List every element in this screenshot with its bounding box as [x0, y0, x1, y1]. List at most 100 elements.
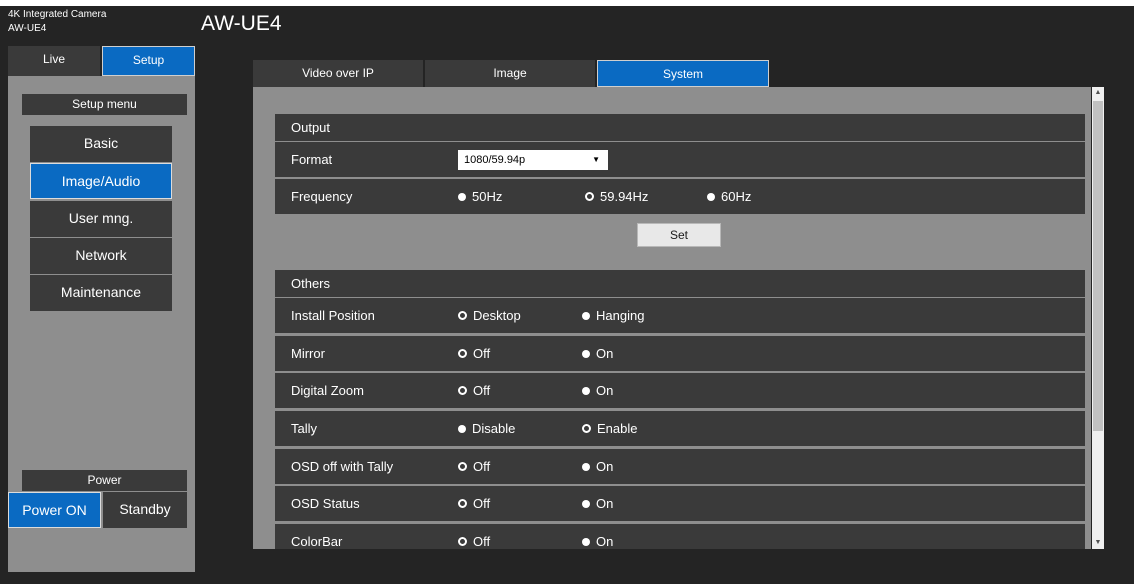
format-row: Format 1080/59.94p ▼ — [275, 141, 1085, 177]
format-select-value: 1080/59.94p — [464, 154, 526, 166]
option-label: 50Hz — [472, 189, 503, 204]
mode-tabs: Live Setup — [8, 44, 195, 76]
osd-status-on-radio[interactable]: On — [582, 486, 613, 522]
tally-row: Tally Disable Enable — [275, 410, 1085, 446]
radio-selected-icon — [458, 349, 467, 358]
menu-item-user-mng[interactable]: User mng. — [30, 201, 172, 237]
osd-tally-off-radio[interactable]: Off — [458, 449, 490, 485]
option-label: Off — [473, 496, 491, 511]
option-label: Disable — [472, 421, 516, 436]
radio-icon — [458, 193, 466, 201]
camera-model: AW-UE4 — [8, 23, 47, 34]
colorbar-row: ColorBar Off On — [275, 523, 1085, 549]
digital-zoom-row: Digital Zoom Off On — [275, 372, 1085, 408]
vertical-scrollbar[interactable]: ▲ ▼ — [1092, 87, 1104, 549]
others-heading: Others — [275, 270, 1085, 297]
chevron-down-icon: ▼ — [592, 155, 600, 164]
osd-off-with-tally-row: OSD off with Tally Off On — [275, 448, 1085, 484]
menu-item-maintenance[interactable]: Maintenance — [30, 275, 172, 311]
setup-tab[interactable]: Setup — [102, 46, 195, 76]
install-hanging-radio[interactable]: Hanging — [582, 298, 644, 334]
radio-selected-icon — [458, 386, 467, 395]
radio-selected-icon — [582, 424, 591, 433]
frequency-60hz-radio[interactable]: 60Hz — [707, 179, 751, 215]
tab-system[interactable]: System — [597, 60, 769, 87]
radio-selected-icon — [458, 537, 467, 546]
app-window: 4K Integrated Camera AW-UE4 Live Setup S… — [0, 6, 1134, 584]
digital-zoom-on-radio[interactable]: On — [582, 373, 613, 409]
option-label: On — [596, 459, 614, 474]
frequency-row: Frequency 50Hz 59.94Hz 60Hz — [275, 178, 1085, 214]
scroll-up-icon[interactable]: ▲ — [1092, 87, 1104, 99]
menu-item-network[interactable]: Network — [30, 238, 172, 274]
osd-status-label: OSD Status — [291, 496, 360, 511]
radio-selected-icon — [458, 462, 467, 471]
sidebar: 4K Integrated Camera AW-UE4 Live Setup S… — [8, 6, 195, 572]
radio-icon — [707, 193, 715, 201]
install-position-row: Install Position Desktop Hanging — [275, 297, 1085, 333]
osd-off-with-tally-label: OSD off with Tally — [291, 459, 394, 474]
option-label: 60Hz — [721, 189, 752, 204]
digital-zoom-off-radio[interactable]: Off — [458, 373, 490, 409]
scrollbar-thumb[interactable] — [1093, 101, 1103, 431]
option-label: Desktop — [473, 308, 521, 323]
camera-type: 4K Integrated Camera — [8, 9, 107, 20]
frequency-5994hz-radio[interactable]: 59.94Hz — [585, 179, 648, 215]
radio-selected-icon — [458, 311, 467, 320]
mirror-off-radio[interactable]: Off — [458, 336, 490, 372]
scroll-down-icon[interactable]: ▼ — [1092, 537, 1104, 549]
colorbar-label: ColorBar — [291, 534, 343, 549]
set-button[interactable]: Set — [637, 223, 721, 247]
mirror-label: Mirror — [291, 346, 325, 361]
option-label: 59.94Hz — [600, 189, 649, 204]
digital-zoom-label: Digital Zoom — [291, 383, 364, 398]
radio-icon — [582, 312, 590, 320]
power-on-button[interactable]: Power ON — [8, 492, 101, 528]
format-label: Format — [291, 152, 333, 167]
option-label: On — [596, 534, 614, 549]
radio-icon — [582, 387, 590, 395]
tab-image[interactable]: Image — [425, 60, 595, 87]
option-label: Off — [473, 534, 491, 549]
option-label: On — [596, 496, 614, 511]
tally-disable-radio[interactable]: Disable — [458, 411, 515, 447]
format-select[interactable]: 1080/59.94p ▼ — [458, 150, 608, 170]
page-title: AW-UE4 — [201, 12, 282, 35]
option-label: Off — [473, 459, 491, 474]
option-label: Off — [473, 383, 491, 398]
menu-item-basic[interactable]: Basic — [30, 126, 172, 162]
setup-menu-title: Setup menu — [22, 94, 187, 115]
radio-icon — [458, 425, 466, 433]
standby-button[interactable]: Standby — [103, 492, 187, 528]
radio-icon — [582, 463, 590, 471]
mirror-on-radio[interactable]: On — [582, 336, 613, 372]
option-label: Hanging — [596, 308, 645, 323]
mirror-row: Mirror Off On — [275, 335, 1085, 371]
install-desktop-radio[interactable]: Desktop — [458, 298, 521, 334]
colorbar-off-radio[interactable]: Off — [458, 524, 490, 549]
radio-icon — [582, 350, 590, 358]
live-tab[interactable]: Live — [8, 46, 100, 76]
radio-selected-icon — [585, 192, 594, 201]
radio-icon — [582, 538, 590, 546]
colorbar-on-radio[interactable]: On — [582, 524, 613, 549]
system-panel: Output Format 1080/59.94p ▼ Frequency 50… — [253, 87, 1091, 549]
osd-status-row: OSD Status Off On — [275, 485, 1085, 521]
frequency-label: Frequency — [291, 189, 353, 204]
tab-video-over-ip[interactable]: Video over IP — [253, 60, 423, 87]
main-content: Video over IP Image System Output Format… — [253, 60, 1104, 550]
option-label: On — [596, 383, 614, 398]
output-heading: Output — [275, 114, 1085, 141]
radio-selected-icon — [458, 499, 467, 508]
camera-info: 4K Integrated Camera AW-UE4 — [8, 6, 195, 44]
install-position-label: Install Position — [291, 308, 375, 323]
tally-label: Tally — [291, 421, 318, 436]
option-label: Enable — [597, 421, 638, 436]
menu-item-image-audio[interactable]: Image/Audio — [30, 163, 172, 199]
frequency-50hz-radio[interactable]: 50Hz — [458, 179, 502, 215]
osd-tally-on-radio[interactable]: On — [582, 449, 613, 485]
option-label: On — [596, 346, 614, 361]
power-title: Power — [22, 470, 187, 491]
osd-status-off-radio[interactable]: Off — [458, 486, 490, 522]
tally-enable-radio[interactable]: Enable — [582, 411, 637, 447]
